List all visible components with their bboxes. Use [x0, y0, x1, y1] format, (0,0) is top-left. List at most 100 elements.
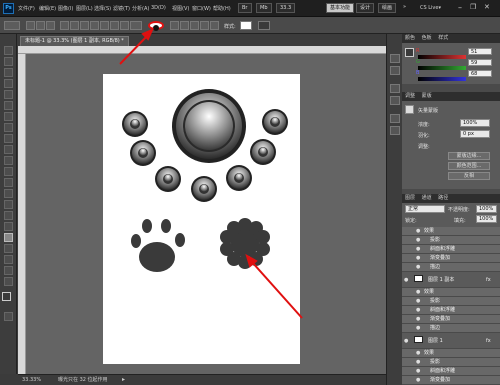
canvas[interactable] [103, 74, 300, 364]
visibility-eye-icon[interactable]: ● [416, 358, 420, 367]
menu-help[interactable]: 帮助(H) [213, 5, 231, 12]
tab-color[interactable]: 颜色 [405, 35, 415, 41]
visibility-eye-icon[interactable]: ● [416, 254, 420, 263]
effect-row[interactable]: ● 斜面和浮雕 [402, 306, 500, 315]
workspace-design-button[interactable]: 设计 [356, 3, 375, 13]
color-swatch[interactable] [258, 21, 270, 30]
mask-edge-button[interactable]: 蒙版边缘... [448, 152, 490, 160]
visibility-eye-icon[interactable]: ● [416, 227, 420, 236]
tab-styles[interactable]: 样式 [438, 35, 448, 41]
freeform-pen-icon[interactable] [70, 21, 79, 30]
blue-value-field[interactable]: 68 [468, 70, 492, 77]
paths-icon[interactable] [36, 21, 45, 30]
workspace-essentials-button[interactable]: 基本功能 [326, 3, 355, 13]
actions-panel-icon[interactable] [390, 66, 400, 75]
tab-paths[interactable]: 路径 [438, 195, 448, 201]
menu-3d[interactable]: 3D(D) [151, 5, 166, 11]
cs-live-menu[interactable]: CS Live▾ [420, 5, 441, 11]
green-slider[interactable] [418, 66, 466, 70]
foreground-color-preview[interactable] [405, 48, 414, 57]
quick-select-tool-icon[interactable] [4, 79, 13, 88]
marquee-tool-icon[interactable] [4, 57, 13, 66]
hand-tool-icon[interactable] [4, 266, 13, 275]
shape-layers-icon[interactable] [26, 21, 35, 30]
tab-adjustments[interactable]: 调整 [405, 93, 415, 99]
menu-image[interactable]: 图像(I) [58, 5, 73, 12]
menu-window[interactable]: 窗口(W) [192, 5, 211, 12]
fill-field[interactable]: 100% [476, 215, 497, 223]
clone-stamp-tool-icon[interactable] [4, 134, 13, 143]
visibility-eye-icon[interactable]: ● [416, 263, 420, 272]
eyedropper-tool-icon[interactable] [4, 101, 13, 110]
tab-swatches[interactable]: 色板 [422, 35, 432, 41]
menu-filter[interactable]: 滤镜(T) [113, 5, 130, 12]
polygon-icon[interactable] [110, 21, 119, 30]
status-menu-arrow-icon[interactable]: ▸ [122, 375, 125, 385]
zoom-level-menu[interactable]: 33.3 [276, 3, 296, 13]
fx-icon[interactable]: fx [486, 333, 491, 349]
invert-button[interactable]: 反相 [448, 172, 490, 180]
pen-tool-icon[interactable] [4, 200, 13, 209]
character-panel-icon[interactable] [390, 114, 400, 123]
style-picker[interactable] [240, 21, 252, 30]
blue-slider[interactable] [418, 77, 466, 81]
visibility-eye-icon[interactable]: ● [416, 288, 420, 297]
brushes-panel-icon[interactable] [390, 84, 400, 93]
tool-preset-picker[interactable] [4, 21, 20, 30]
effect-row[interactable]: ● 描边 [402, 263, 500, 272]
healing-tool-icon[interactable] [4, 112, 13, 121]
line-icon[interactable] [120, 21, 129, 30]
visibility-eye-icon[interactable]: ● [416, 315, 420, 324]
pen-icon[interactable] [60, 21, 69, 30]
more-workspaces-icon[interactable]: » [400, 3, 409, 13]
effects-row[interactable]: ● 效果 [402, 227, 500, 236]
visibility-eye-icon[interactable]: ● [416, 349, 420, 358]
ellipse-icon[interactable] [100, 21, 109, 30]
bridge-button[interactable]: Br [238, 3, 252, 13]
rectangle-icon[interactable] [80, 21, 89, 30]
effect-row[interactable]: ● 渐变叠加 [402, 254, 500, 263]
green-value-field[interactable]: 59 [468, 59, 492, 66]
paragraph-panel-icon[interactable] [390, 126, 400, 135]
fx-icon[interactable]: fx [486, 272, 491, 288]
effects-row[interactable]: ● 效果 [402, 288, 500, 297]
effect-row[interactable]: ● 描边 [402, 324, 500, 333]
intersect-shape-icon[interactable] [200, 21, 209, 30]
color-range-button[interactable]: 颜色范围... [448, 162, 490, 170]
brush-tool-icon[interactable] [4, 123, 13, 132]
effect-row[interactable]: ● 渐变叠加 [402, 376, 500, 385]
tab-layers[interactable]: 图层 [405, 195, 415, 201]
exclude-shape-icon[interactable] [210, 21, 219, 30]
red-slider[interactable] [418, 55, 466, 59]
visibility-eye-icon[interactable]: ● [416, 245, 420, 254]
close-icon[interactable]: ✕ [484, 3, 490, 11]
path-select-tool-icon[interactable] [4, 222, 13, 231]
dodge-tool-icon[interactable] [4, 189, 13, 198]
effect-row[interactable]: ● 渐变叠加 [402, 315, 500, 324]
rounded-rectangle-icon[interactable] [90, 21, 99, 30]
opacity-field[interactable]: 100% [476, 205, 497, 213]
layer-row[interactable]: ● 图层 1 fx [402, 333, 500, 349]
visibility-eye-icon[interactable]: ● [416, 236, 420, 245]
minimize-icon[interactable]: – [458, 3, 462, 12]
red-value-field[interactable]: 51 [468, 48, 492, 55]
layer-row[interactable]: ● 图层 1 副本 fx [402, 272, 500, 288]
clone-source-panel-icon[interactable] [390, 96, 400, 105]
menu-select[interactable]: 选择(S) [94, 5, 111, 12]
move-tool-icon[interactable] [4, 46, 13, 55]
menu-view[interactable]: 视图(V) [172, 5, 189, 12]
menu-edit[interactable]: 编辑(E) [39, 5, 56, 12]
effect-row[interactable]: ● 投影 [402, 236, 500, 245]
type-tool-icon[interactable] [4, 211, 13, 220]
feather-field[interactable]: 0 px [460, 130, 490, 138]
menu-analysis[interactable]: 分析(A) [132, 5, 149, 12]
quick-mask-icon[interactable] [4, 312, 13, 321]
effect-row[interactable]: ● 投影 [402, 297, 500, 306]
new-shape-layer-icon[interactable] [170, 21, 179, 30]
visibility-eye-icon[interactable]: ● [416, 324, 420, 333]
tab-masks[interactable]: 蒙版 [422, 93, 432, 99]
subtract-shape-icon[interactable] [190, 21, 199, 30]
minibridge-button[interactable]: Mb [256, 3, 272, 13]
density-field[interactable]: 100% [460, 119, 490, 127]
menu-layer[interactable]: 图层(L) [76, 5, 93, 12]
